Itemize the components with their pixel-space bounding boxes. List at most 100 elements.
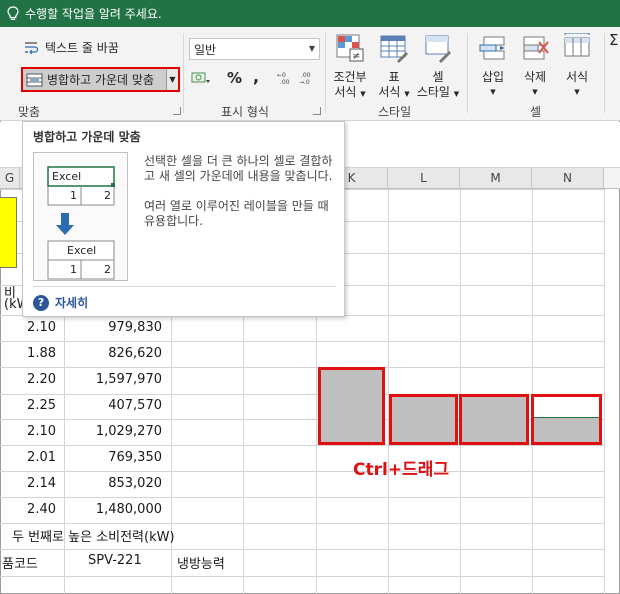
styles-group-label: 스타일 xyxy=(378,105,412,119)
grid-column-line xyxy=(604,189,605,594)
cell-styles-line1: 셀 xyxy=(432,70,444,84)
chevron-down-icon: ▼ xyxy=(360,90,366,98)
grid-row-line xyxy=(0,471,604,472)
illustration-excel-bottom: Excel xyxy=(67,244,97,257)
tell-me-more-link[interactable]: ? 자세히 xyxy=(33,294,88,311)
grid-row-line xyxy=(0,523,604,524)
format-table-line1: 표 xyxy=(388,70,400,84)
percent-style-button[interactable]: % xyxy=(227,69,242,87)
conditional-line2: 서식 xyxy=(334,85,357,99)
conditional-formatting-icon: ≠ xyxy=(336,34,364,62)
power-value-cell[interactable]: 2.14 xyxy=(27,476,56,491)
power-value-cell[interactable]: 2.20 xyxy=(27,372,56,387)
selected-range-k[interactable] xyxy=(318,367,385,445)
comma-style-button[interactable]: , xyxy=(253,67,259,86)
group-separator xyxy=(183,33,184,113)
delete-cells-icon xyxy=(523,36,549,60)
power-value-cell[interactable]: 2.10 xyxy=(27,320,56,335)
svg-text:.00: .00 xyxy=(301,72,311,79)
number-format-value: 일반 xyxy=(194,42,217,57)
format-label: 서식 xyxy=(565,70,589,84)
selected-range-l[interactable] xyxy=(389,394,458,445)
cost-value-cell[interactable]: 1,597,970 xyxy=(96,372,162,387)
tooltip-desc-1: 선택한 셀을 더 큰 하나의 셀로 결합하고 새 셀의 가운데에 내용을 맞춥니… xyxy=(144,154,333,183)
illustration-num3: 1 xyxy=(70,263,77,276)
decrease-decimal-icon: .00 →.0 xyxy=(299,72,311,85)
product-code-label: 품코드 xyxy=(2,557,38,572)
merge-dropdown-arrow[interactable]: ▼ xyxy=(166,69,178,90)
cost-value-cell[interactable]: 769,350 xyxy=(108,450,162,465)
svg-text:→.0: →.0 xyxy=(299,79,310,85)
power-value-cell[interactable]: 1.88 xyxy=(27,346,56,361)
cost-value-cell[interactable]: 853,020 xyxy=(108,476,162,491)
help-icon: ? xyxy=(33,294,49,311)
format-cells-button[interactable]: 서식 ▼ xyxy=(552,32,602,100)
format-as-table-icon xyxy=(380,35,408,63)
format-as-table-button[interactable]: 표 서식 ▼ xyxy=(369,33,419,102)
cell-styles-button[interactable]: 셀 스타일 ▼ xyxy=(413,33,463,102)
increase-decimal-icon: ←0 .00 xyxy=(277,72,290,85)
selected-range-m[interactable] xyxy=(459,394,529,445)
svg-text:←0: ←0 xyxy=(277,72,286,79)
cost-value-cell[interactable]: 407,570 xyxy=(108,398,162,413)
alignment-launcher-icon[interactable] xyxy=(173,107,181,115)
second-highest-label: 두 번째로 높은 소비전력(kW) xyxy=(12,530,175,545)
accounting-icon xyxy=(191,72,210,83)
lightbulb-icon xyxy=(7,5,19,20)
grid-column-line xyxy=(532,189,533,594)
yellow-shape xyxy=(0,197,17,268)
cell-styles-icon xyxy=(425,35,451,63)
grid-column-line xyxy=(388,189,389,594)
merge-illustration-icon xyxy=(47,166,115,280)
cost-value-cell[interactable]: 1,480,000 xyxy=(96,502,162,517)
cost-value-cell[interactable]: 826,620 xyxy=(108,346,162,361)
tell-me-more-label: 자세히 xyxy=(55,296,89,310)
tooltip-title: 병합하고 가운데 맞춤 xyxy=(33,130,141,144)
ctrl-drag-annotation: Ctrl+드래그 xyxy=(353,460,449,480)
grid-row-line xyxy=(0,445,604,446)
wrap-text-button[interactable]: 텍스트 줄 바꿈 xyxy=(24,39,119,56)
wrap-text-icon xyxy=(25,41,39,54)
sum-icon[interactable]: Σ xyxy=(609,31,618,49)
insert-cells-icon xyxy=(479,36,505,60)
column-header-n[interactable]: N xyxy=(532,168,604,189)
chevron-down-icon: ▼ xyxy=(404,90,410,98)
cells-group-label: 셀 xyxy=(530,105,542,119)
accounting-format-button[interactable] xyxy=(191,70,211,86)
number-launcher-icon[interactable] xyxy=(313,107,321,115)
group-separator xyxy=(604,33,605,113)
tell-me-bar[interactable]: 수행할 작업을 알려 주세요. xyxy=(0,0,620,27)
chevron-down-icon: ▼ xyxy=(574,88,580,96)
merge-cells-icon xyxy=(26,73,43,86)
power-value-cell[interactable]: 2.40 xyxy=(27,502,56,517)
chevron-down-icon: ▼ xyxy=(453,90,460,98)
column-header-m[interactable]: M xyxy=(460,168,532,189)
number-format-select[interactable]: 일반 ▼ xyxy=(189,38,320,60)
chevron-down-icon: ▼ xyxy=(308,44,315,53)
cell-styles-line2: 스타일 xyxy=(416,85,450,99)
grid-row-line xyxy=(0,367,604,368)
selected-range-n[interactable] xyxy=(531,394,602,445)
illustration-num1: 1 xyxy=(70,189,77,202)
tell-me-text: 수행할 작업을 알려 주세요. xyxy=(25,7,162,21)
grid-column-line xyxy=(460,189,461,594)
chevron-down-icon: ▼ xyxy=(169,75,176,84)
column-header-g[interactable]: G xyxy=(0,168,20,189)
illustration-num2: 2 xyxy=(104,189,111,202)
conditional-formatting-button[interactable]: ≠ 조건부 서식 ▼ xyxy=(325,33,375,102)
merge-center-button[interactable]: 병합하고 가운데 맞춤 ▼ xyxy=(21,67,180,92)
power-value-cell[interactable]: 2.25 xyxy=(27,398,56,413)
tooltip-divider xyxy=(33,286,336,287)
power-value-cell[interactable]: 2.10 xyxy=(27,424,56,439)
increase-decimal-button[interactable]: ←0 .00 xyxy=(277,71,297,85)
column-header-l[interactable]: L xyxy=(388,168,460,189)
grid-row-line xyxy=(0,549,604,550)
merge-center-tooltip: 병합하고 가운데 맞춤 Excel 1 2 Excel 1 2 선택한 셀을 더… xyxy=(22,121,345,317)
decrease-decimal-button[interactable]: .00 →.0 xyxy=(299,71,319,85)
ribbon: 텍스트 줄 바꿈 병합하고 가운데 맞춤 ▼ 맞춤 일반 ▼ % , ←0 .0… xyxy=(0,27,620,121)
cost-value-cell[interactable]: 979,830 xyxy=(108,320,162,335)
cost-value-cell[interactable]: 1,029,270 xyxy=(96,424,162,439)
power-value-cell[interactable]: 2.01 xyxy=(27,450,56,465)
tooltip-desc-2: 여러 열로 이루어진 레이블을 만들 때 유용합니다. xyxy=(144,199,329,228)
svg-text:.00: .00 xyxy=(280,79,290,85)
